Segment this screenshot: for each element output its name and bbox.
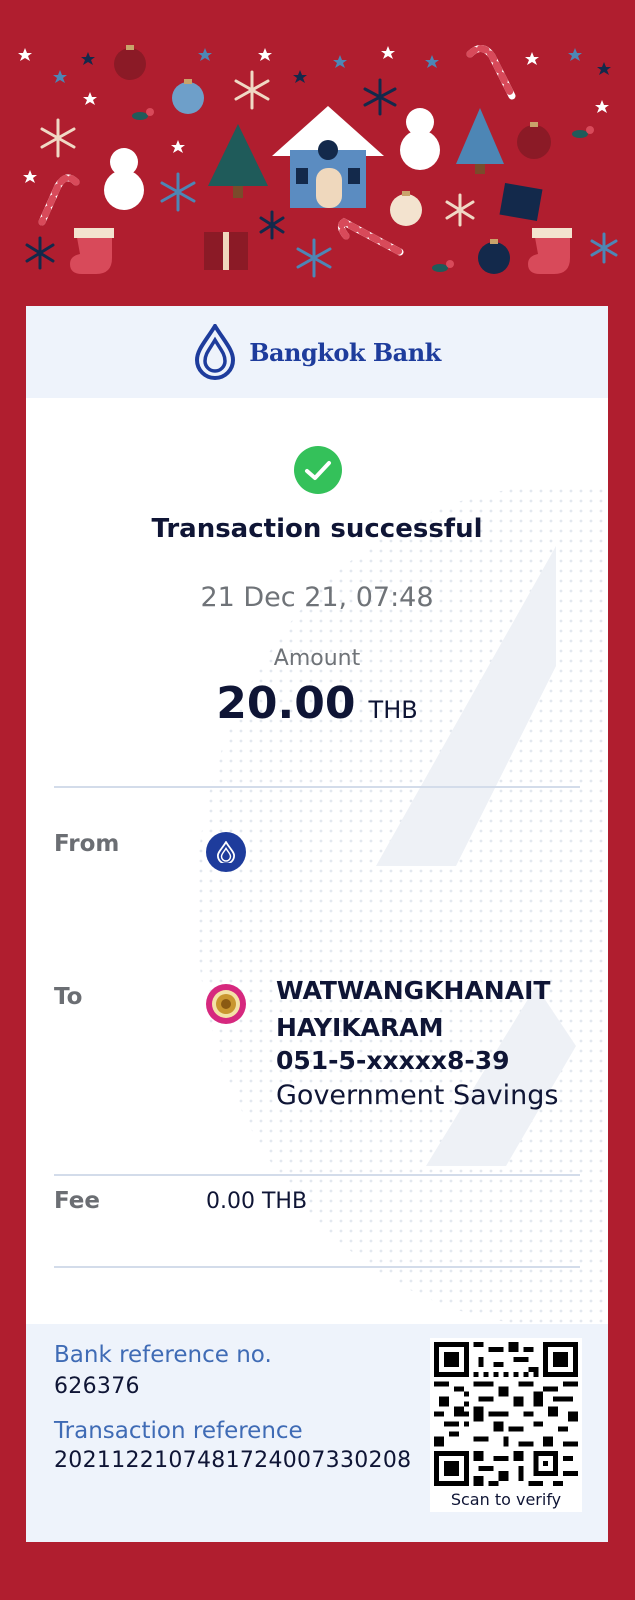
from-bank-icon: [206, 832, 246, 872]
bank-name: Bangkok Bank: [249, 337, 441, 367]
transaction-reference-value: 2021122107481724007330208: [54, 1448, 412, 1473]
divider: [54, 786, 580, 788]
bank-reference-value: 626376: [54, 1374, 140, 1399]
to-label: To: [54, 984, 83, 1010]
divider: [54, 1174, 580, 1176]
amount-currency: THB: [368, 696, 418, 724]
bangkok-bank-logo-icon: [217, 841, 235, 863]
recipient-account: 051-5-xxxxx8-39: [276, 1046, 510, 1075]
bank-reference-label: Bank reference no.: [54, 1342, 272, 1368]
qr-code-icon: [434, 1342, 578, 1486]
fee-value: 0.00 THB: [206, 1189, 308, 1214]
transaction-datetime: 21 Dec 21, 07:48: [200, 582, 434, 613]
amount-row: 20.00 THB: [26, 678, 608, 729]
divider: [54, 1266, 580, 1268]
recipient-bank: Government Savings: [276, 1080, 559, 1111]
fee-label: Fee: [54, 1188, 100, 1214]
bangkok-bank-logo-icon: [195, 324, 236, 380]
transaction-reference-label: Transaction reference: [54, 1418, 303, 1444]
card-header: Bangkok Bank: [26, 306, 608, 398]
recipient-name: WATWANGKHANAIT HAYIKARAM: [276, 976, 551, 1042]
christmas-decorations-illustration: [0, 0, 635, 300]
qr-caption: Scan to verify: [450, 1490, 562, 1509]
amount-value: 20.00: [216, 678, 356, 729]
reference-footer: Bank reference no. 626376 Transaction re…: [26, 1324, 608, 1542]
government-savings-bank-logo-icon: [206, 984, 246, 1024]
receipt-card: Bangkok Bank Transaction successful 21 D…: [26, 306, 608, 1542]
qr-code-panel[interactable]: Scan to verify: [430, 1338, 582, 1512]
christmas-banner: [0, 0, 635, 300]
seal-icon: [212, 990, 240, 1018]
check-circle-icon: [294, 446, 342, 494]
from-label: From: [54, 831, 120, 857]
status-title: Transaction successful: [151, 514, 483, 544]
amount-label: Amount: [273, 646, 361, 671]
